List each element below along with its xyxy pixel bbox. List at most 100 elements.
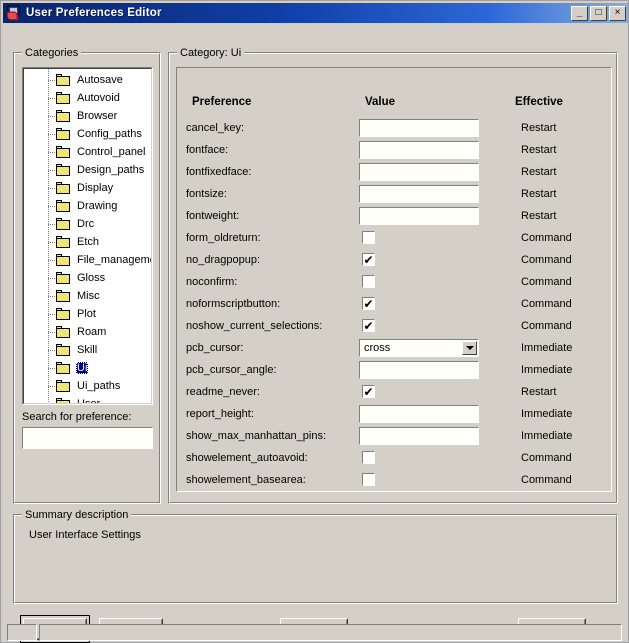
preference-value-input[interactable] bbox=[359, 185, 479, 203]
preference-effective: Command bbox=[521, 452, 572, 464]
tree-connector-stub bbox=[48, 260, 56, 261]
preference-value-checkbox[interactable]: ✔ bbox=[362, 385, 375, 398]
category-item[interactable]: Drawing bbox=[24, 197, 151, 215]
preference-value-checkbox[interactable]: ✔ bbox=[362, 319, 375, 332]
category-item[interactable]: Autovoid bbox=[24, 89, 151, 107]
preference-row: fontweight: Restart bbox=[177, 206, 611, 228]
category-item[interactable]: Autosave bbox=[24, 71, 151, 89]
tree-connector-stub bbox=[48, 332, 56, 333]
search-input[interactable] bbox=[22, 427, 153, 449]
category-item[interactable]: Config_paths bbox=[24, 125, 151, 143]
folder-icon bbox=[56, 379, 72, 393]
preference-value-checkbox[interactable] bbox=[362, 275, 375, 288]
category-item-label: Config_paths bbox=[77, 128, 142, 140]
category-item-label: User bbox=[77, 398, 101, 404]
folder-icon bbox=[56, 127, 72, 141]
preference-effective: Restart bbox=[521, 188, 557, 200]
preference-effective: Command bbox=[521, 254, 572, 266]
maximize-icon: □ bbox=[595, 7, 602, 18]
category-item[interactable]: Ui bbox=[24, 359, 151, 377]
category-item[interactable]: Skill bbox=[24, 341, 151, 359]
preferences-list: Preference Value Effective cancel_key: Re… bbox=[176, 67, 612, 492]
folder-icon bbox=[56, 145, 72, 159]
preference-name: noconfirm: bbox=[186, 276, 238, 288]
preference-effective: Command bbox=[521, 474, 572, 486]
preference-row: noshow_current_selections: ✔ Command bbox=[177, 316, 611, 338]
category-item-label: Design_paths bbox=[77, 164, 145, 176]
preference-effective: Restart bbox=[521, 144, 557, 156]
category-item[interactable]: File_management bbox=[24, 251, 151, 269]
folder-icon bbox=[56, 235, 72, 249]
preference-row: showelement_autoavoid: Command bbox=[177, 448, 611, 470]
preference-value-input[interactable] bbox=[359, 163, 479, 181]
category-item[interactable]: Misc bbox=[24, 287, 151, 305]
summary-description-group: Summary description User Interface Setti… bbox=[13, 509, 618, 604]
preference-name: readme_never: bbox=[186, 386, 260, 398]
summary-group-title: Summary description bbox=[22, 509, 132, 521]
preference-row: fontface: Restart bbox=[177, 140, 611, 162]
category-item[interactable]: Gloss bbox=[24, 269, 151, 287]
preference-effective: Command bbox=[521, 276, 572, 288]
category-item[interactable]: Ui_paths bbox=[24, 377, 151, 395]
preference-effective: Restart bbox=[521, 166, 557, 178]
category-item[interactable]: Drc bbox=[24, 215, 151, 233]
preference-name: cancel_key: bbox=[186, 122, 245, 134]
category-item-label: Drc bbox=[77, 218, 95, 230]
preference-value-checkbox[interactable]: ✔ bbox=[362, 297, 375, 310]
preference-value-input[interactable] bbox=[359, 141, 479, 159]
preference-row: noconfirm: Command bbox=[177, 272, 611, 294]
preference-effective: Restart bbox=[521, 386, 557, 398]
category-item-label: Control_panel bbox=[77, 146, 146, 158]
tree-connector-stub bbox=[48, 224, 56, 225]
preference-value-checkbox[interactable] bbox=[362, 451, 375, 464]
preference-value-input[interactable] bbox=[359, 427, 479, 445]
preference-value-input[interactable] bbox=[359, 361, 479, 379]
category-item[interactable]: Roam bbox=[24, 323, 151, 341]
preference-value-checkbox[interactable] bbox=[362, 231, 375, 244]
category-item[interactable]: Etch bbox=[24, 233, 151, 251]
close-button[interactable]: × bbox=[609, 5, 626, 21]
category-item-label: Etch bbox=[77, 236, 100, 248]
window-title: User Preferences Editor bbox=[26, 7, 162, 19]
status-pane-left bbox=[7, 624, 37, 641]
column-header-value: Value bbox=[365, 96, 396, 108]
check-icon: ✔ bbox=[363, 252, 374, 267]
tree-connector-stub bbox=[48, 242, 56, 243]
folder-icon bbox=[56, 73, 72, 87]
preference-effective: Command bbox=[521, 232, 572, 244]
preference-value-combobox[interactable]: cross bbox=[359, 339, 479, 357]
tree-connector-stub bbox=[48, 134, 56, 135]
category-item[interactable]: Control_panel bbox=[24, 143, 151, 161]
status-bar bbox=[3, 624, 628, 641]
summary-text: User Interface Settings bbox=[29, 529, 141, 541]
category-item-label: File_management bbox=[77, 254, 151, 266]
check-icon: ✔ bbox=[363, 384, 374, 399]
folder-icon bbox=[56, 199, 72, 213]
category-item[interactable]: Plot bbox=[24, 305, 151, 323]
preference-value-checkbox[interactable]: ✔ bbox=[362, 253, 375, 266]
preference-row: fontfixedface: Restart bbox=[177, 162, 611, 184]
categories-tree[interactable]: Autosave Autovoid Browser Config_paths Contr… bbox=[22, 67, 153, 405]
chevron-down-icon[interactable] bbox=[462, 341, 477, 355]
preference-value-checkbox[interactable] bbox=[362, 473, 375, 486]
preference-row: no_dragpopup: ✔ Command bbox=[177, 250, 611, 272]
minimize-button[interactable]: _ bbox=[571, 5, 588, 21]
maximize-button[interactable]: □ bbox=[590, 5, 607, 21]
category-item-label: Roam bbox=[77, 326, 107, 338]
folder-icon bbox=[56, 361, 72, 375]
preference-name: show_max_manhattan_pins: bbox=[186, 430, 327, 442]
category-detail-title: Category: Ui bbox=[177, 47, 245, 59]
category-item-label: Autosave bbox=[77, 74, 123, 86]
category-item[interactable]: User bbox=[24, 395, 151, 404]
category-item-label: Misc bbox=[77, 290, 100, 302]
preference-value-input[interactable] bbox=[359, 207, 479, 225]
tree-connector-stub bbox=[48, 314, 56, 315]
category-item[interactable]: Display bbox=[24, 179, 151, 197]
category-item[interactable]: Browser bbox=[24, 107, 151, 125]
preference-row: pcb_cursor_angle: Immediate bbox=[177, 360, 611, 382]
category-item[interactable]: Design_paths bbox=[24, 161, 151, 179]
column-header-effective: Effective bbox=[515, 96, 563, 108]
preference-value-input[interactable] bbox=[359, 119, 479, 137]
preference-value-input[interactable] bbox=[359, 405, 479, 423]
title-bar: User Preferences Editor _ □ × bbox=[3, 3, 628, 23]
